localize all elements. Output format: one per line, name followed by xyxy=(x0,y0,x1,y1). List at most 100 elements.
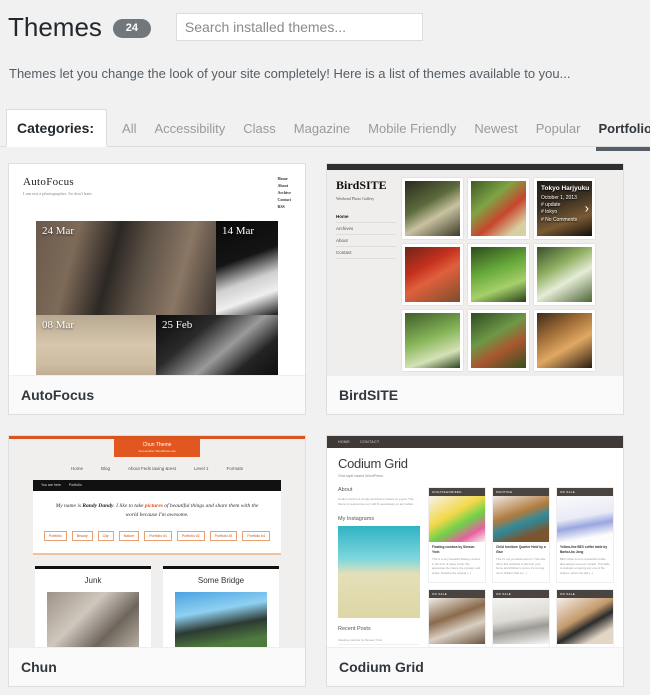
tab-newest[interactable]: Newest xyxy=(465,122,526,146)
tab-all[interactable]: All xyxy=(113,122,145,146)
preview-post-title: Some Bridge xyxy=(163,576,279,585)
preview-photo-label: 25 Feb xyxy=(162,319,192,331)
chevron-right-icon: › xyxy=(585,202,589,215)
preview-post-grid: Junk Some Bridge xyxy=(9,566,305,647)
preview-card-title: Bessy a chair ironing conceptual by Mark… xyxy=(493,644,549,647)
theme-screenshot-codium-grid: HOME CONTACT Codium Grid Grid-style base… xyxy=(327,436,623,648)
preview-logo-title: Chun Theme xyxy=(114,442,200,450)
tab-mobile-friendly[interactable]: Mobile Friendly xyxy=(359,122,465,146)
preview-card-image xyxy=(557,496,613,542)
preview-nav-item: CONTACT xyxy=(360,440,379,444)
preview-gallery: Tokyo Harjyuku October 1, 2013 # update … xyxy=(402,178,595,371)
preview-card-body: This is a very beautiful floating combos… xyxy=(429,555,485,580)
preview-card-title: Yellow-line BEX coffee table by Bartoz-b… xyxy=(557,542,613,555)
preview-nav-item: Home xyxy=(336,211,396,223)
theme-name: AutoFocus xyxy=(9,376,305,414)
preview-tagline: I am not a photographer. So don't hate. xyxy=(23,191,93,196)
preview-breadcrumb: You are here Portfolio xyxy=(33,480,281,491)
preview-post-image xyxy=(47,592,139,647)
preview-photo-label: 24 Mar xyxy=(42,225,74,237)
quote-bold: Randy Dandy xyxy=(82,503,113,509)
preview-tag: Portfolio #3 xyxy=(210,531,238,541)
page-title: Themes xyxy=(8,14,102,40)
preview-tag: Portfolio #1 xyxy=(144,531,172,541)
preview-card-image xyxy=(493,496,549,542)
preview-breadcrumb-item: You are here xyxy=(41,483,61,487)
preview-photo xyxy=(402,178,463,239)
preview-tag: City xyxy=(98,531,114,541)
preview-card-body: This it's not yet below we'll on. This s… xyxy=(493,555,549,580)
preview-card-label: UNCATEGORIZED xyxy=(429,488,485,496)
preview-card-image xyxy=(429,598,485,644)
preview-nav-item: About xyxy=(336,235,396,247)
preview-tagline: Weekend Photo Gallery xyxy=(336,196,396,201)
preview-featured-line: # update xyxy=(541,202,560,208)
preview-recent-list: Floating combos by Simeon Yixin Ethnic f… xyxy=(338,636,420,647)
preview-nav-item: Contact xyxy=(336,247,396,259)
preview-site-title: AutoFocus xyxy=(23,176,93,188)
preview-card: PAINTING Child furniture Quarter Hold by… xyxy=(492,487,550,584)
categories-label: Categories: xyxy=(6,109,107,147)
preview-instagram-image xyxy=(338,526,420,618)
preview-card-image xyxy=(429,496,485,542)
preview-card: UNCATEGORIZED Floating combos by Simeon … xyxy=(428,487,486,584)
preview-nav-item: HOME xyxy=(338,440,350,444)
preview-photo xyxy=(534,310,595,371)
preview-topnav: HOME CONTACT xyxy=(327,436,623,448)
tab-popular[interactable]: Popular xyxy=(527,122,590,146)
preview-site-title: Codium Grid xyxy=(327,448,623,471)
preview-card-label: PAINTING xyxy=(493,488,549,496)
tab-accessibility[interactable]: Accessibility xyxy=(145,122,234,146)
preview-post: Some Bridge xyxy=(163,566,279,647)
preview-photo xyxy=(402,244,463,305)
preview-breadcrumb-item: Portfolio xyxy=(69,483,82,487)
preview-logo: Chun Theme Just another WordPress site xyxy=(114,439,200,457)
preview-photo-featured: Tokyo Harjyuku October 1, 2013 # update … xyxy=(534,178,595,239)
preview-photo-label: 14 Mar xyxy=(222,225,254,237)
theme-card-chun[interactable]: Chun Theme Just another WordPress site H… xyxy=(8,435,306,687)
theme-name: Codium Grid xyxy=(327,648,623,686)
preview-card-title: Learn how to choose colors xyxy=(429,644,485,647)
preview-post: Junk xyxy=(35,566,151,647)
preview-nav-item: Blog xyxy=(101,466,110,471)
preview-tag-list: Portfolio Beauty City Nature Portfolio #… xyxy=(33,521,281,553)
theme-card-birdsite[interactable]: BirdSITE Weekend Photo Gallery Home Arch… xyxy=(326,163,624,415)
theme-name: BirdSITE xyxy=(327,376,623,414)
preview-photo: 08 Mar xyxy=(36,315,156,376)
tab-magazine[interactable]: Magazine xyxy=(285,122,359,146)
preview-tag: Nature xyxy=(119,531,140,541)
preview-card-grid: UNCATEGORIZED Floating combos by Simeon … xyxy=(428,487,614,648)
preview-photo xyxy=(402,310,463,371)
preview-featured-line: # tokyo xyxy=(541,209,557,215)
preview-about-text: Codium Grid is a simple and theme based … xyxy=(338,497,420,508)
preview-tag: Beauty xyxy=(72,531,93,541)
theme-card-codium-grid[interactable]: HOME CONTACT Codium Grid Grid-style base… xyxy=(326,435,624,687)
quote-part: . I like to take xyxy=(113,503,144,509)
theme-name: Chun xyxy=(9,648,305,686)
preview-card-body: BEX coffee is far is a beautiful coffee … xyxy=(557,555,613,580)
preview-photo xyxy=(468,310,529,371)
tab-portfolio[interactable]: Portfolio xyxy=(590,122,650,146)
preview-logo-sub: Just another WordPress site xyxy=(114,449,200,454)
preview-card-title: Floating combos by Simeon Yixin xyxy=(429,542,485,555)
theme-card-autofocus[interactable]: AutoFocus I am not a photographer. So do… xyxy=(8,163,306,415)
preview-card-image xyxy=(557,598,613,644)
tab-class[interactable]: Class xyxy=(234,122,285,146)
preview-nav-item: Archive xyxy=(277,190,290,195)
preview-card-title: Child furniture Quarter Hold by a Glue xyxy=(493,542,549,555)
preview-card-label: ON SALE xyxy=(429,590,485,598)
quote-part: My name is xyxy=(56,503,83,509)
preview-card-label: ON SALE xyxy=(493,590,549,598)
preview-site-title: BirdSITE xyxy=(336,178,396,193)
search-input[interactable] xyxy=(176,13,423,41)
preview-tag: Portfolio #4 xyxy=(242,531,270,541)
preview-recent-item: Ethnic furniture Quarter Hold by a Glue xyxy=(338,645,420,647)
preview-recent-item: Floating combos by Simeon Yixin xyxy=(338,636,420,645)
preview-sidebar: About Codium Grid is a simple and theme … xyxy=(338,487,420,648)
preview-featured-title: Tokyo Harjyuku xyxy=(541,184,589,193)
preview-photo: 14 Mar xyxy=(216,221,278,315)
preview-nav-item: Formats xyxy=(227,466,244,471)
preview-card-image xyxy=(493,598,549,644)
theme-grid: AutoFocus I am not a photographer. So do… xyxy=(0,147,650,695)
preview-card: ON SALE Espresso Solo the concept by Lin… xyxy=(556,589,614,647)
